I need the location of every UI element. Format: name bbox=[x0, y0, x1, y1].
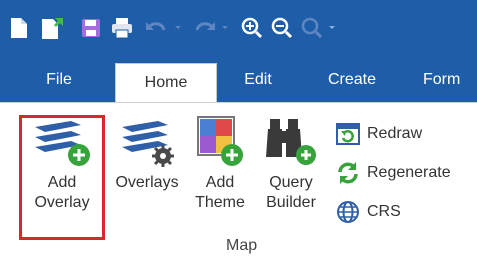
zoom-out-icon[interactable] bbox=[270, 15, 294, 41]
overlays-label: Overlays bbox=[115, 174, 179, 191]
ribbon-group-label: Map bbox=[226, 237, 258, 254]
regenerate-button[interactable]: Regenerate bbox=[333, 160, 451, 186]
tab-format[interactable]: Form bbox=[423, 57, 477, 102]
query-builder-button[interactable]: Query Builder bbox=[255, 113, 327, 213]
add-theme-icon bbox=[190, 113, 250, 169]
tab-edit[interactable]: Edit bbox=[232, 57, 284, 102]
open-document-icon[interactable] bbox=[40, 15, 66, 41]
redraw-label: Redraw bbox=[367, 125, 423, 142]
redraw-icon bbox=[333, 121, 363, 147]
undo-icon[interactable] bbox=[143, 15, 183, 41]
zoom-icon[interactable] bbox=[300, 15, 344, 41]
tab-home[interactable]: Home bbox=[115, 63, 217, 102]
globe-icon bbox=[333, 199, 363, 225]
tab-file[interactable]: File bbox=[30, 57, 88, 102]
zoom-in-icon[interactable] bbox=[240, 15, 264, 41]
redraw-button[interactable]: Redraw bbox=[333, 121, 422, 147]
ribbon-tab-bar: File Home Edit Create Form bbox=[0, 57, 477, 102]
new-document-icon[interactable] bbox=[8, 15, 30, 41]
quick-access-toolbar bbox=[0, 0, 477, 57]
overlays-button[interactable]: Overlays bbox=[106, 113, 188, 193]
tab-create[interactable]: Create bbox=[310, 57, 394, 102]
regenerate-label: Regenerate bbox=[367, 164, 451, 181]
add-theme-button[interactable]: Add Theme bbox=[190, 113, 250, 213]
regenerate-icon bbox=[333, 160, 363, 186]
query-builder-label: Query Builder bbox=[266, 174, 316, 211]
crs-button[interactable]: CRS bbox=[333, 199, 401, 225]
overlays-icon bbox=[106, 113, 188, 169]
highlight-box bbox=[19, 115, 105, 240]
query-builder-icon bbox=[255, 113, 327, 169]
add-theme-label: Add Theme bbox=[195, 174, 245, 211]
crs-label: CRS bbox=[367, 203, 401, 220]
print-icon[interactable] bbox=[110, 15, 134, 41]
redo-icon[interactable] bbox=[190, 15, 230, 41]
save-icon[interactable] bbox=[80, 15, 102, 41]
